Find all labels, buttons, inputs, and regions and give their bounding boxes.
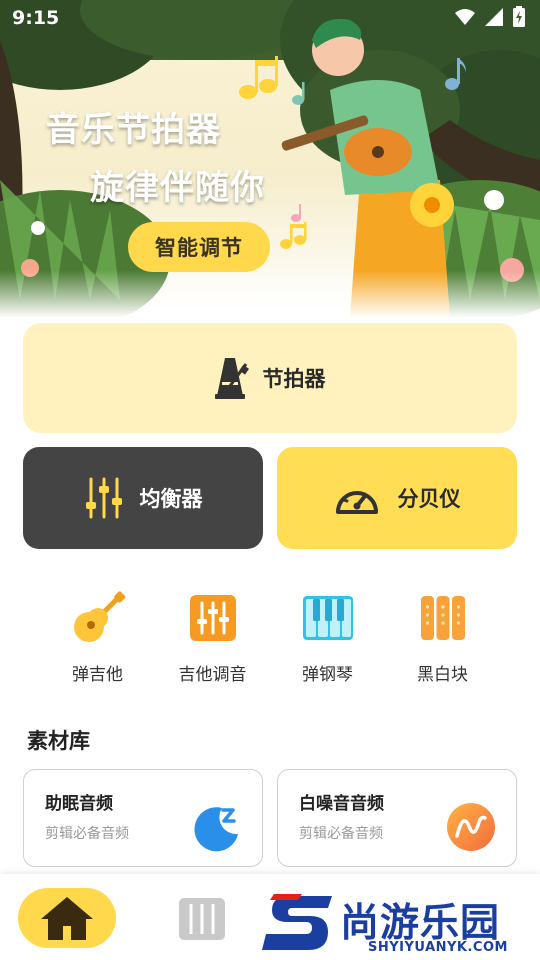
library-item-name: 助眠音频	[45, 794, 113, 814]
equalizer-card[interactable]: 均衡器	[23, 447, 263, 549]
battery-charging-icon	[513, 6, 525, 27]
decibel-card[interactable]: 分贝仪	[277, 447, 517, 549]
library-item-subtitle: 剪辑必备音频	[45, 826, 129, 842]
tool-label: 弹吉他	[72, 665, 123, 685]
nav-tools-button[interactable]	[176, 894, 228, 944]
nav-home-button[interactable]	[18, 888, 116, 948]
tool-label: 黑白块	[417, 665, 468, 685]
metronome-label: 节拍器	[262, 367, 326, 391]
hero-illustration	[0, 0, 540, 318]
tool-label: 弹钢琴	[302, 665, 353, 685]
metronome-card[interactable]: 节拍器	[23, 323, 517, 433]
piano-keys-icon	[302, 596, 353, 640]
equalizer-sliders-icon	[85, 477, 122, 519]
equalizer-label: 均衡器	[139, 487, 203, 511]
tools-icon	[179, 898, 225, 940]
bottom-navigation: 尚游乐园 SHYIYUANYK.COM	[0, 874, 540, 960]
watermark-logo: 尚游乐园 SHYIYUANYK.COM	[262, 888, 538, 960]
tool-piano[interactable]: 弹钢琴	[270, 588, 385, 688]
hero-banner: 9:15 音乐节拍器 旋律伴随你 智能调节	[0, 0, 540, 318]
library-title: 素材库	[27, 729, 90, 753]
tool-guitar[interactable]: 弹吉他	[40, 588, 155, 688]
wifi-icon	[455, 9, 475, 25]
tools-row: 弹吉他 吉他调音 弹钢琴 黑白块	[40, 588, 500, 688]
metronome-icon	[214, 358, 249, 399]
status-bar: 9:15	[0, 0, 540, 36]
tiles-icon	[420, 596, 465, 640]
status-icons	[454, 6, 526, 28]
tool-tiles[interactable]: 黑白块	[385, 588, 500, 688]
tool-label: 吉他调音	[178, 665, 247, 685]
hero-title-line1: 音乐节拍器	[46, 110, 221, 150]
hero-title-line2: 旋律伴随你	[90, 168, 265, 208]
smart-adjust-button[interactable]: 智能调节	[128, 222, 270, 272]
watermark-text-en: SHYIYUANYK.COM	[368, 940, 508, 955]
status-time: 9:15	[12, 7, 60, 29]
wave-icon	[447, 803, 495, 851]
moon-sleep-icon	[194, 807, 238, 852]
cellular-signal-icon	[485, 8, 503, 26]
decibel-label: 分贝仪	[397, 487, 461, 511]
gauge-icon	[335, 491, 378, 514]
watermark-s-logo-icon	[262, 894, 332, 950]
tuner-icon	[189, 595, 236, 641]
library-item-subtitle: 剪辑必备音频	[299, 826, 383, 842]
library-item-sleep-audio[interactable]: 助眠音频 剪辑必备音频	[23, 769, 263, 867]
library-item-white-noise[interactable]: 白噪音音频 剪辑必备音频	[277, 769, 517, 867]
tool-guitar-tuner[interactable]: 吉他调音	[155, 588, 270, 688]
guitar-icon	[73, 591, 125, 642]
home-icon	[41, 897, 93, 940]
library-item-name: 白噪音音频	[299, 794, 384, 814]
